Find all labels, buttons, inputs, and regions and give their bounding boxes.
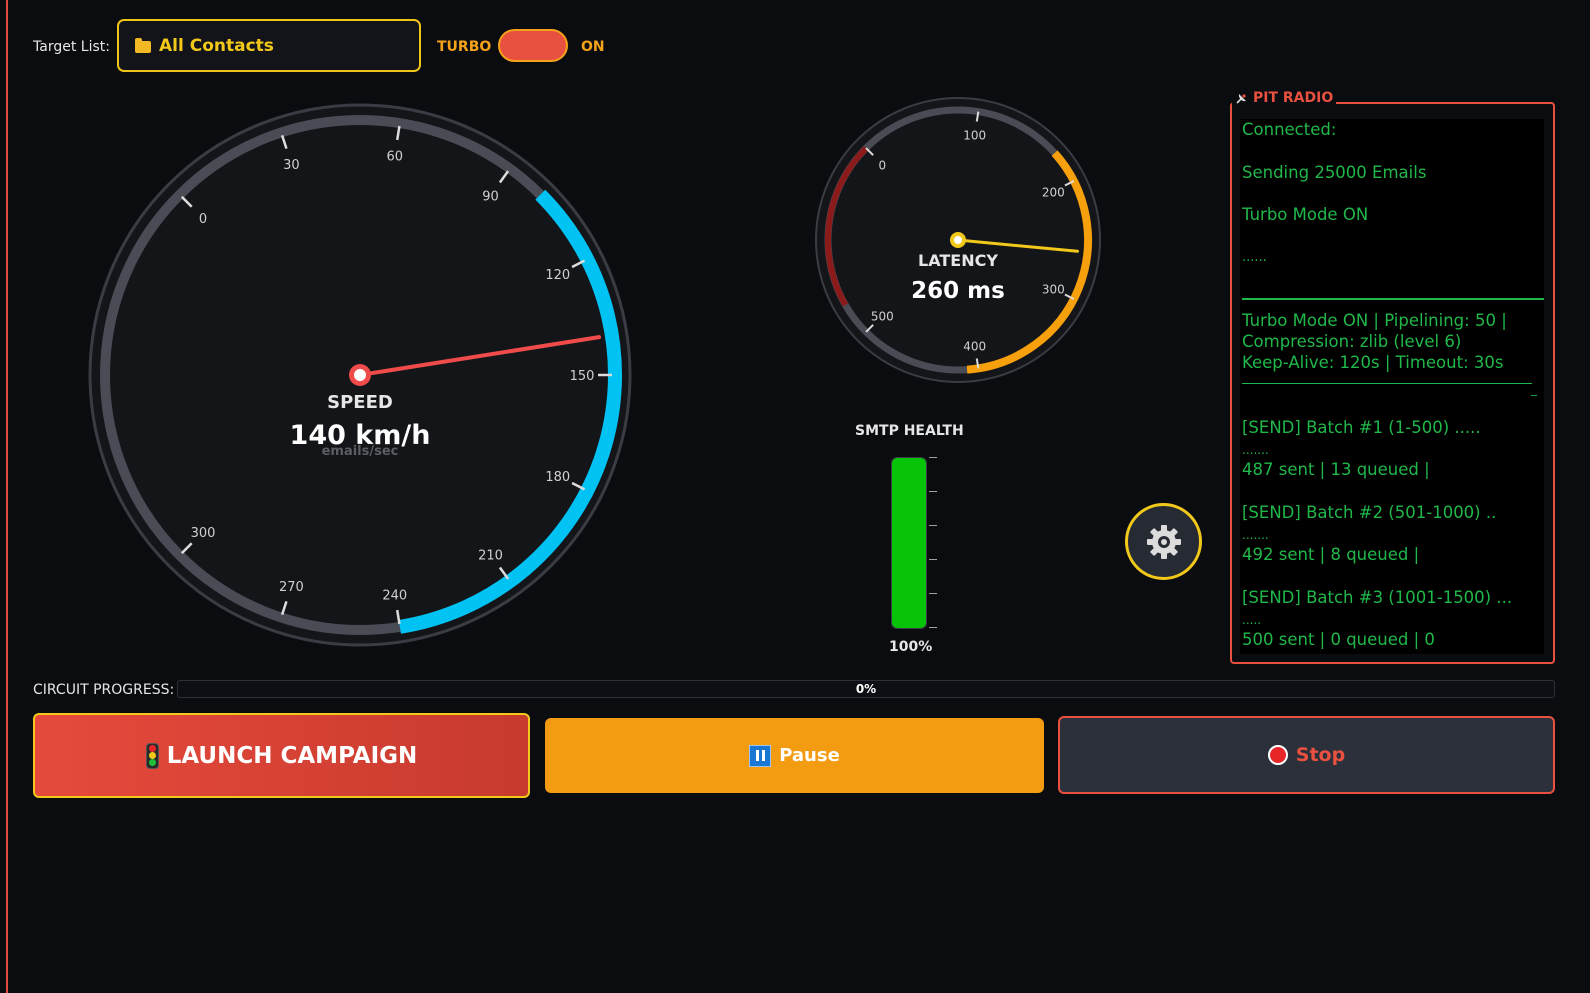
log-line: [SEND] Batch #2 (501-1000) .. [1242, 503, 1497, 522]
scale-tick [929, 559, 937, 560]
target-list-label: Target List: [33, 39, 110, 55]
pause-icon [749, 744, 772, 767]
latency-needle-hub-center [954, 236, 962, 244]
pause-label: Pause [779, 745, 840, 766]
speed-gauge: 0306090120150180210240270300 SPEED 140 k… [88, 103, 632, 647]
gear-icon [1146, 524, 1181, 559]
speed-tick-label: 240 [382, 588, 407, 603]
latency-tick-label: 100 [963, 128, 986, 142]
speed-tick-label: 60 [386, 150, 403, 165]
turbo-label: TURBO [437, 39, 492, 55]
scale-tick [929, 627, 937, 628]
log-line: ....... [1242, 528, 1269, 542]
smtp-health-bar [891, 457, 927, 629]
smtp-health-value: 100% [889, 639, 933, 655]
circuit-progress-label: CIRCUIT PROGRESS: [33, 682, 175, 698]
pause-button[interactable]: Pause [545, 718, 1044, 793]
speed-unit: emails/sec [322, 444, 399, 459]
circuit-progress-bar: 0% [177, 680, 1555, 698]
smtp-health-scale [929, 457, 939, 629]
log-line: Turbo Mode ON | Pipelining: 50 | [1242, 311, 1507, 330]
speed-title: SPEED [327, 392, 393, 413]
turbo-toggle[interactable] [498, 29, 568, 62]
speed-tick-label: 120 [545, 268, 570, 283]
target-list-select[interactable]: All Contacts [117, 19, 421, 72]
log-separator [1242, 383, 1532, 384]
speed-tick-label: 0 [199, 212, 207, 227]
scale-tick [929, 457, 937, 458]
traffic-light-icon [145, 742, 159, 769]
speed-tick-label: 150 [570, 369, 595, 384]
log-cursor: _ [1531, 382, 1537, 396]
pit-radio-title: PIT RADIO [1232, 90, 1337, 106]
log-line: ....... [1242, 443, 1269, 457]
log-line: Sending 25000 Emails [1242, 163, 1427, 182]
stop-label: Stop [1295, 744, 1346, 766]
circuit-progress-value: 0% [855, 682, 877, 696]
log-line: Keep-Alive: 120s | Timeout: 30s [1242, 353, 1504, 372]
log-line: Connected: [1242, 120, 1337, 139]
log-line: 487 sent | 13 queued | [1242, 460, 1430, 479]
speed-tick-label: 300 [191, 526, 216, 541]
target-list-value: All Contacts [159, 35, 274, 56]
launch-campaign-button[interactable]: LAUNCH CAMPAIGN [33, 713, 530, 798]
log-line: ..... [1242, 613, 1262, 627]
settings-button[interactable] [1125, 503, 1202, 580]
log-line: Turbo Mode ON [1242, 205, 1369, 224]
log-line: Compression: zlib (level 6) [1242, 332, 1462, 351]
log-line: 492 sent | 8 queued | [1242, 545, 1420, 564]
launch-campaign-label: LAUNCH CAMPAIGN [166, 742, 418, 769]
speed-tick-label: 270 [279, 580, 304, 595]
latency-title: LATENCY [918, 251, 998, 270]
smtp-health-fill [892, 458, 926, 628]
latency-tick-label: 400 [963, 340, 986, 354]
pit-radio-title-text: PIT RADIO [1253, 90, 1334, 106]
latency-tick-label: 500 [871, 310, 894, 324]
satellite-icon [1236, 94, 1246, 104]
scale-tick [929, 491, 937, 492]
turbo-state-label: ON [581, 39, 605, 55]
stop-icon [1267, 745, 1288, 765]
speed-tick-label: 180 [545, 470, 570, 485]
pit-radio-log[interactable]: Connected: Sending 25000 Emails Turbo Mo… [1240, 119, 1544, 654]
scale-tick [929, 525, 937, 526]
speed-tick-label: 210 [478, 549, 503, 564]
latency-tick-label: 200 [1042, 185, 1065, 199]
speed-needle-hub-center [354, 369, 366, 381]
smtp-health-title: SMTP HEALTH [855, 423, 964, 439]
log-line: [SEND] Batch #3 (1001-1500) ... [1242, 588, 1513, 607]
stop-button[interactable]: Stop [1058, 716, 1555, 794]
latency-tick-label: 300 [1042, 283, 1065, 297]
log-separator [1242, 298, 1544, 300]
folder-icon [135, 37, 151, 53]
speed-tick-label: 90 [482, 189, 499, 204]
latency-gauge: 0 100 200 300 400 500 LATENCY 260 ms [815, 97, 1101, 383]
latency-value: 260 ms [911, 278, 1005, 304]
log-line: ...... [1242, 250, 1267, 265]
left-accent-rule [6, 0, 8, 993]
latency-tick-label: 0 [879, 158, 887, 172]
log-line: [SEND] Batch #1 (1-500) ..... [1242, 418, 1481, 437]
scale-tick [929, 593, 937, 594]
log-line: 500 sent | 0 queued | 0 [1242, 630, 1435, 649]
speed-tick-label: 30 [283, 158, 300, 173]
